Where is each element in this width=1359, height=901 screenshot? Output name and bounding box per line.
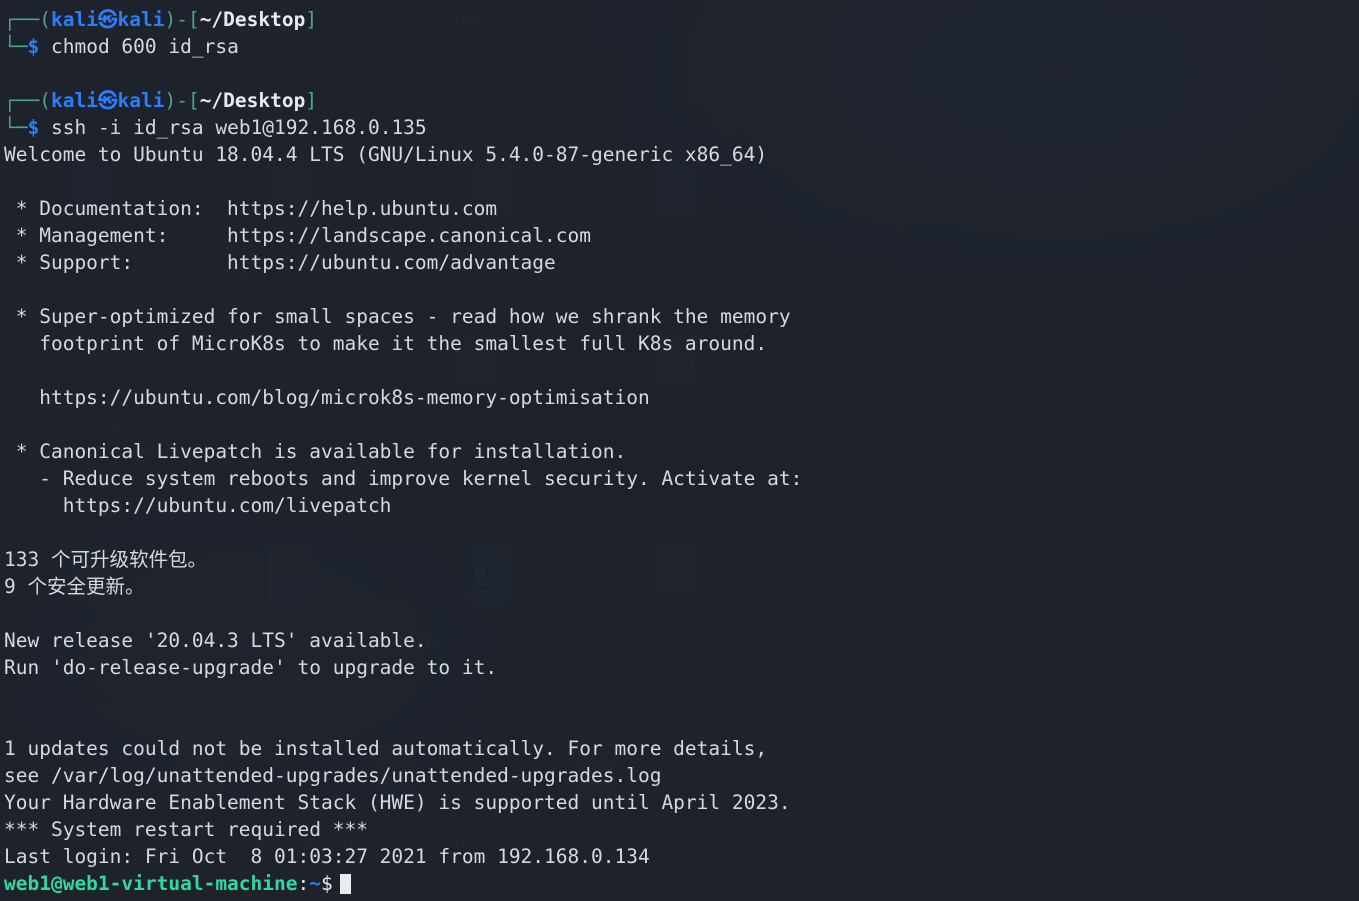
prompt-dash: - <box>176 89 188 112</box>
prompt-user: kali <box>50 8 98 31</box>
output-line: * Canonical Livepatch is available for i… <box>4 440 627 463</box>
output-line: *** System restart required *** <box>4 818 368 841</box>
final-prompt-path: ~ <box>309 872 321 895</box>
prompt-path: ~/Desktop <box>199 89 306 112</box>
command-text-2: ssh -i id_rsa web1@192.168.0.135 <box>50 116 427 139</box>
prompt-line-2-top: ┌──(kali㉿kali)-[~/Desktop] <box>4 87 1359 114</box>
prompt-lbracket: [ <box>187 89 200 112</box>
prompt-box-top: ┌── <box>4 89 40 112</box>
prompt-host: kali <box>117 89 165 112</box>
text-cursor[interactable] <box>339 874 351 894</box>
output-line: https://ubuntu.com/blog/microk8s-memory-… <box>4 386 650 409</box>
output-line: New release '20.04.3 LTS' available. <box>4 629 427 652</box>
output-line: 9 个安全更新。 <box>4 575 145 598</box>
prompt-lbracket: [ <box>187 8 200 31</box>
prompt-box-bottom: └─ <box>4 35 28 58</box>
final-prompt-line: web1@web1-virtual-machine:~$ <box>4 870 1359 897</box>
prompt-line-1-bottom: └─$ chmod 600 id_rsa <box>4 33 1359 60</box>
prompt-host: kali <box>117 8 165 31</box>
output-line: Run 'do-release-upgrade' to upgrade to i… <box>4 656 498 679</box>
prompt-close-paren: ) <box>164 8 177 31</box>
prompt-box-top: ┌── <box>4 8 40 31</box>
prompt-path: ~/Desktop <box>199 8 306 31</box>
output-line: footprint of MicroK8s to make it the sma… <box>4 332 768 355</box>
prompt-rbracket: ] <box>305 89 318 112</box>
output-line: 133 个可升级软件包。 <box>4 548 207 571</box>
prompt-user: kali <box>50 89 98 112</box>
output-line: * Management: https://landscape.canonica… <box>4 224 591 247</box>
prompt-dollar: $ <box>27 116 40 139</box>
output-line: - Reduce system reboots and improve kern… <box>4 467 803 490</box>
final-prompt-user-host: web1@web1-virtual-machine <box>4 872 298 895</box>
final-prompt-dollar: $ <box>321 872 333 895</box>
final-prompt-colon: : <box>297 872 310 895</box>
output-line: 1 updates could not be installed automat… <box>4 737 768 760</box>
output-line: Last login: Fri Oct 8 01:03:27 2021 from… <box>4 845 650 868</box>
prompt-line-1-top: ┌──(kali㉿kali)-[~/Desktop] <box>4 6 1359 33</box>
prompt-open-paren: ( <box>39 8 51 31</box>
prompt-close-paren: ) <box>164 89 177 112</box>
prompt-dash: - <box>176 8 188 31</box>
command-text-1: chmod 600 id_rsa <box>50 35 239 58</box>
output-line: Welcome to Ubuntu 18.04.4 LTS (GNU/Linux… <box>4 143 768 166</box>
output-line: see /var/log/unattended-upgrades/unatten… <box>4 764 662 787</box>
output-line: Your Hardware Enablement Stack (HWE) is … <box>4 791 791 814</box>
prompt-line-2-bottom: └─$ ssh -i id_rsa web1@192.168.0.135 <box>4 114 1359 141</box>
output-line: * Support: https://ubuntu.com/advantage <box>4 251 556 274</box>
terminal-window[interactable]: ┌──(kali㉿kali)-[~/Desktop] └─$ chmod 600… <box>0 0 1359 901</box>
output-line: * Super-optimized for small spaces - rea… <box>4 305 791 328</box>
output-line: * Documentation: https://help.ubuntu.com <box>4 197 498 220</box>
prompt-open-paren: ( <box>39 89 51 112</box>
terminal-output: Welcome to Ubuntu 18.04.4 LTS (GNU/Linux… <box>4 141 1359 870</box>
output-line: https://ubuntu.com/livepatch <box>4 494 392 517</box>
prompt-rbracket: ] <box>305 8 318 31</box>
prompt-dollar: $ <box>27 35 40 58</box>
kali-dragon-icon: ㉿ <box>97 89 118 112</box>
kali-dragon-icon: ㉿ <box>97 8 118 31</box>
prompt-box-bottom: └─ <box>4 116 28 139</box>
